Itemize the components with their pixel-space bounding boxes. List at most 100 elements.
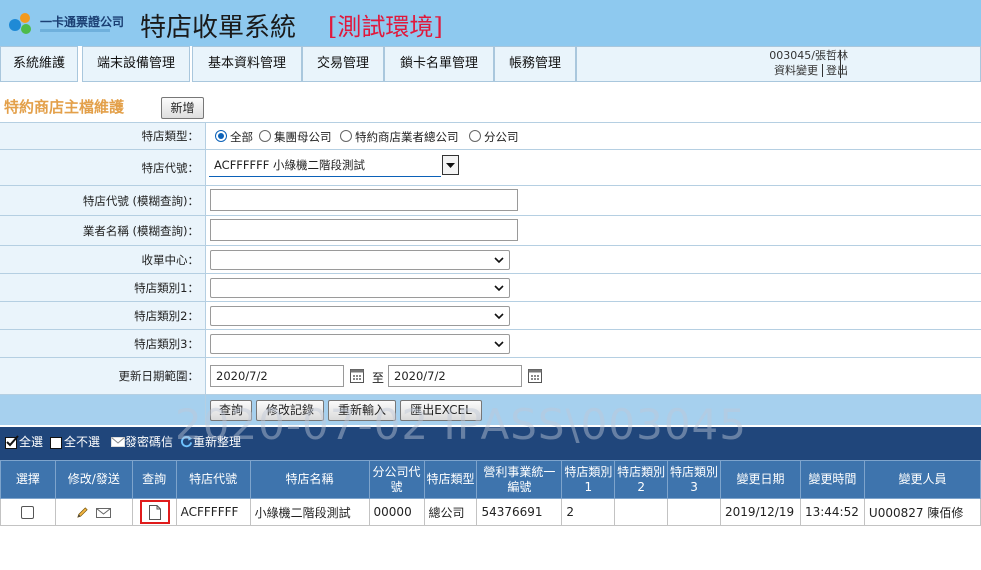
row-actions: 查詢 修改記錄 重新輸入 匯出EXCEL <box>0 394 981 425</box>
center-label: 收單中心： <box>0 246 206 273</box>
col-category3[interactable]: 特店類別3 <box>667 460 721 499</box>
category2-label: 特店類別2： <box>0 302 206 329</box>
refresh-icon <box>181 435 193 448</box>
menu-basic-data[interactable]: 基本資料管理 <box>192 46 302 82</box>
col-edit-send: 修改/發送 <box>54 460 133 499</box>
checkbox-checked-icon <box>5 435 19 449</box>
radio-group-parent[interactable] <box>259 130 271 142</box>
radio-all-label: 全部 <box>230 130 253 144</box>
search-form: 特店類型： 全部 集團母公司 特約商店業者總公司 分公司 特店代號： ACFFF… <box>0 122 981 425</box>
row-store-type: 特店類型： 全部 集團母公司 特約商店業者總公司 分公司 <box>0 122 981 149</box>
checkbox-empty-icon <box>50 437 62 449</box>
chevron-down-icon <box>494 285 504 292</box>
user-id-name: 003045/張哲林 <box>769 49 848 62</box>
company-underline <box>40 29 110 32</box>
store-code-label: 特店代號： <box>0 150 206 185</box>
send-password-label: 發密碼信 <box>125 435 174 449</box>
col-store-type[interactable]: 特店類型 <box>423 460 478 499</box>
row-edit-cell <box>54 498 133 526</box>
col-changed-by[interactable]: 變更人員 <box>863 460 981 499</box>
category3-select[interactable] <box>210 334 510 354</box>
query-button[interactable]: 查詢 <box>210 400 252 421</box>
radio-all[interactable] <box>215 130 227 142</box>
select-all-label: 全選 <box>19 435 44 449</box>
cell-branch-code: 00000 <box>368 498 425 526</box>
menu-transactions[interactable]: 交易管理 <box>302 46 384 82</box>
row-category2: 特店類別2： <box>0 301 981 329</box>
cell-category1: 2 <box>561 498 616 526</box>
category2-select[interactable] <box>210 306 510 326</box>
app-header: 一卡通票證公司 特店收單系統 [測試環境] <box>0 0 981 46</box>
date-to-input[interactable]: 2020/7/2 <box>388 365 522 387</box>
cell-store-name: 小綠機二階段測試 <box>249 498 370 526</box>
menu-terminal-management[interactable]: 端末設備管理 <box>82 46 190 82</box>
calendar-icon[interactable] <box>528 369 542 383</box>
mail-icon <box>111 437 125 447</box>
grid-toolbar: 全選 全不選 發密碼信 重新整理 <box>0 427 981 460</box>
radio-branch[interactable] <box>469 130 481 142</box>
calendar-icon[interactable] <box>350 369 364 383</box>
vendor-name-fuzzy-label: 業者名稱 (模糊查詢)： <box>0 216 206 245</box>
chevron-down-icon <box>494 341 504 348</box>
combo-dropdown-icon[interactable] <box>442 155 459 175</box>
actions-label-cell <box>0 395 206 425</box>
col-tax-id[interactable]: 營利事業統一編號 <box>476 460 563 499</box>
center-select[interactable] <box>210 250 510 270</box>
row-select-cell <box>0 498 56 526</box>
profile-change-link[interactable]: 資料變更 <box>774 64 823 77</box>
col-branch-code[interactable]: 分公司代號 <box>368 460 425 499</box>
table-header-row: 選擇 修改/發送 查詢 特店代號 特店名稱 分公司代號 特店類型 營利事業統一編… <box>0 460 981 499</box>
row-checkbox[interactable] <box>21 506 35 519</box>
refresh-label: 重新整理 <box>193 435 242 449</box>
row-center: 收單中心： <box>0 245 981 273</box>
cell-change-time: 13:44:52 <box>799 498 865 526</box>
col-store-name[interactable]: 特店名稱 <box>249 460 370 499</box>
row-vendor-name-fuzzy: 業者名稱 (模糊查詢)： <box>0 215 981 245</box>
col-change-date[interactable]: 變更日期 <box>719 460 801 499</box>
refresh-button[interactable]: 重新整理 <box>180 433 241 450</box>
cell-category2 <box>614 498 669 526</box>
category1-select[interactable] <box>210 278 510 298</box>
col-store-code[interactable]: 特店代號 <box>175 460 251 499</box>
col-category1[interactable]: 特店類別1 <box>561 460 616 499</box>
user-divider <box>840 50 841 78</box>
menu-system-maintenance[interactable]: 系統維護 <box>0 46 78 82</box>
date-to-label: 至 <box>372 371 385 385</box>
category3-label: 特店類別3： <box>0 330 206 357</box>
store-code-fuzzy-label: 特店代號 (模糊查詢)： <box>0 186 206 215</box>
reset-button[interactable]: 重新輸入 <box>328 400 396 421</box>
radio-vendor-hq-label: 特約商店業者總公司 <box>355 130 459 144</box>
date-from-input[interactable]: 2020/7/2 <box>210 365 344 387</box>
row-store-code-fuzzy: 特店代號 (模糊查詢)： <box>0 185 981 215</box>
row-store-code: 特店代號： ACFFFFFF 小綠機二階段測試 <box>0 149 981 185</box>
user-info: 003045/張哲林 資料變更 登出 <box>748 48 848 78</box>
logout-link[interactable]: 登出 <box>826 64 848 77</box>
store-code-fuzzy-input[interactable] <box>210 189 518 211</box>
store-code-combo[interactable]: ACFFFFFF 小綠機二階段測試 <box>209 155 441 177</box>
chevron-down-icon <box>494 257 504 264</box>
col-change-time[interactable]: 變更時間 <box>799 460 865 499</box>
category1-label: 特店類別1： <box>0 274 206 301</box>
new-button[interactable]: 新增 <box>161 97 204 119</box>
radio-vendor-hq[interactable] <box>340 130 352 142</box>
radio-branch-label: 分公司 <box>484 130 519 144</box>
company-name: 一卡通票證公司 <box>40 15 125 29</box>
col-query: 查詢 <box>131 460 177 499</box>
col-category2[interactable]: 特店類別2 <box>614 460 669 499</box>
export-excel-button[interactable]: 匯出EXCEL <box>400 400 482 421</box>
vendor-name-fuzzy-input[interactable] <box>210 219 518 241</box>
select-all-button[interactable]: 全選 <box>5 433 43 450</box>
date-range-label: 更新日期範圍： <box>0 358 206 394</box>
menu-accounting[interactable]: 帳務管理 <box>494 46 576 82</box>
send-password-button[interactable]: 發密碼信 <box>111 433 173 450</box>
menu-card-lock-list[interactable]: 鎖卡名單管理 <box>384 46 494 82</box>
cell-store-code: ACFFFFFF <box>175 498 251 526</box>
cell-category3 <box>667 498 721 526</box>
history-button[interactable]: 修改記錄 <box>256 400 324 421</box>
select-none-button[interactable]: 全不選 <box>50 433 100 450</box>
pencil-icon[interactable] <box>76 506 89 519</box>
main-menu: 系統維護 端末設備管理 基本資料管理 交易管理 鎖卡名單管理 帳務管理 0030… <box>0 46 981 82</box>
col-select: 選擇 <box>0 460 56 499</box>
document-icon[interactable] <box>148 505 161 520</box>
mail-icon[interactable] <box>96 507 112 519</box>
